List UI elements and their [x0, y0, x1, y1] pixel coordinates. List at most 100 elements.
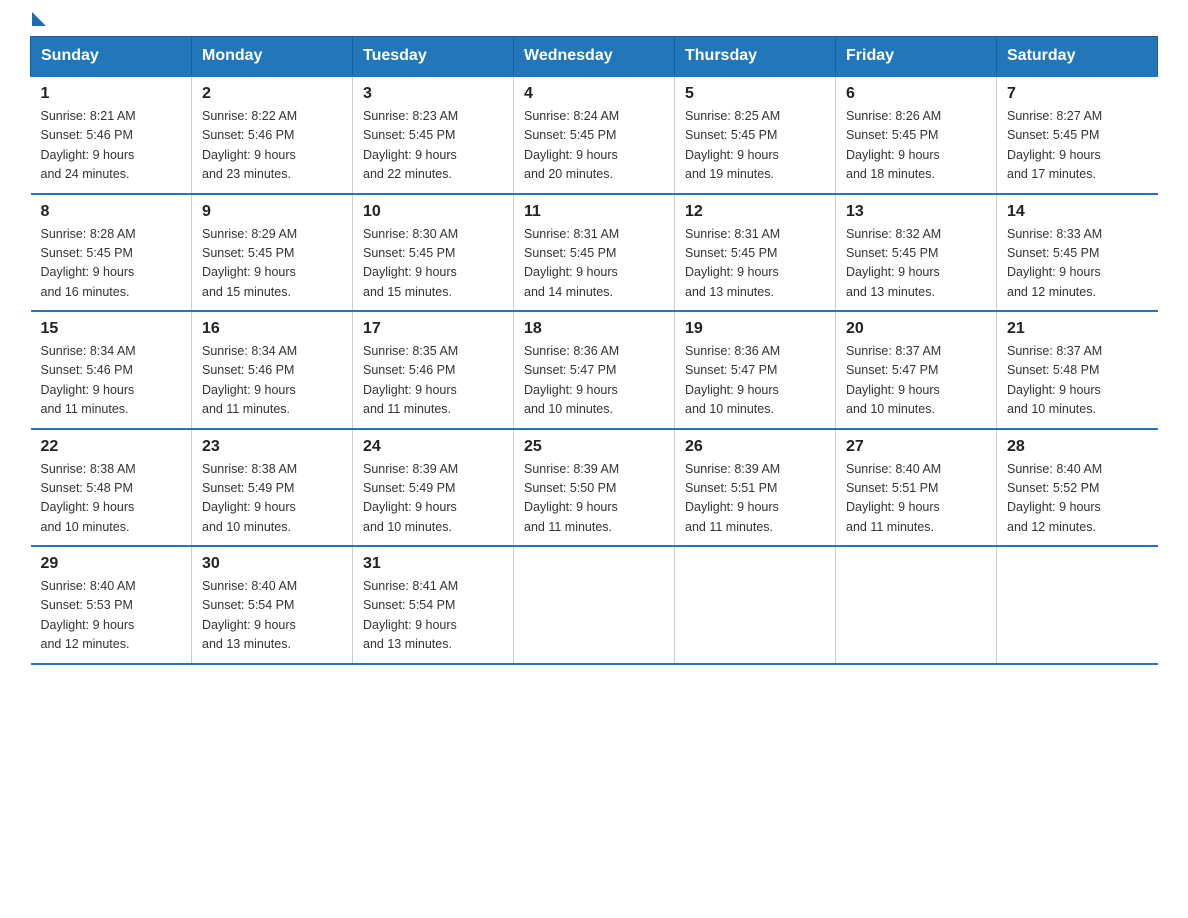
weekday-header-wednesday: Wednesday	[514, 37, 675, 77]
day-info: Sunrise: 8:33 AMSunset: 5:45 PMDaylight:…	[1007, 225, 1148, 303]
calendar-cell: 22 Sunrise: 8:38 AMSunset: 5:48 PMDayligh…	[31, 429, 192, 547]
calendar-cell: 6 Sunrise: 8:26 AMSunset: 5:45 PMDaylight…	[836, 76, 997, 194]
calendar-cell: 15 Sunrise: 8:34 AMSunset: 5:46 PMDayligh…	[31, 311, 192, 429]
day-number: 1	[41, 85, 182, 103]
day-info: Sunrise: 8:37 AMSunset: 5:47 PMDaylight:…	[846, 342, 986, 420]
calendar-header-row: SundayMondayTuesdayWednesdayThursdayFrid…	[31, 37, 1158, 77]
calendar-cell: 9 Sunrise: 8:29 AMSunset: 5:45 PMDaylight…	[192, 194, 353, 312]
calendar-week-row: 15 Sunrise: 8:34 AMSunset: 5:46 PMDayligh…	[31, 311, 1158, 429]
calendar-cell: 2 Sunrise: 8:22 AMSunset: 5:46 PMDaylight…	[192, 76, 353, 194]
day-info: Sunrise: 8:38 AMSunset: 5:48 PMDaylight:…	[41, 460, 182, 538]
day-info: Sunrise: 8:34 AMSunset: 5:46 PMDaylight:…	[41, 342, 182, 420]
day-number: 23	[202, 438, 342, 456]
weekday-header-sunday: Sunday	[31, 37, 192, 77]
day-info: Sunrise: 8:40 AMSunset: 5:51 PMDaylight:…	[846, 460, 986, 538]
calendar-cell: 4Sunrise: 8:24 AMSunset: 5:45 PMDaylight…	[514, 76, 675, 194]
day-info: Sunrise: 8:28 AMSunset: 5:45 PMDaylight:…	[41, 225, 182, 303]
day-number: 28	[1007, 438, 1148, 456]
day-info: Sunrise: 8:22 AMSunset: 5:46 PMDaylight:…	[202, 107, 342, 185]
calendar-cell	[836, 546, 997, 664]
day-info: Sunrise: 8:40 AMSunset: 5:52 PMDaylight:…	[1007, 460, 1148, 538]
day-number: 10	[363, 203, 503, 221]
day-number: 5	[685, 85, 825, 103]
day-number: 15	[41, 320, 182, 338]
calendar-cell: 12 Sunrise: 8:31 AMSunset: 5:45 PMDayligh…	[675, 194, 836, 312]
day-info: Sunrise: 8:23 AMSunset: 5:45 PMDaylight:…	[363, 107, 503, 185]
day-number: 9	[202, 203, 342, 221]
calendar-cell: 3 Sunrise: 8:23 AMSunset: 5:45 PMDaylight…	[353, 76, 514, 194]
day-info: Sunrise: 8:30 AMSunset: 5:45 PMDaylight:…	[363, 225, 503, 303]
calendar-cell: 5 Sunrise: 8:25 AMSunset: 5:45 PMDaylight…	[675, 76, 836, 194]
day-number: 27	[846, 438, 986, 456]
calendar-cell: 23 Sunrise: 8:38 AMSunset: 5:49 PMDayligh…	[192, 429, 353, 547]
day-info: Sunrise: 8:36 AMSunset: 5:47 PMDaylight:…	[685, 342, 825, 420]
day-info: Sunrise: 8:39 AMSunset: 5:49 PMDaylight:…	[363, 460, 503, 538]
day-number: 16	[202, 320, 342, 338]
calendar-cell	[514, 546, 675, 664]
day-info: Sunrise: 8:39 AMSunset: 5:51 PMDaylight:…	[685, 460, 825, 538]
calendar-cell: 17Sunrise: 8:35 AMSunset: 5:46 PMDayligh…	[353, 311, 514, 429]
day-info: Sunrise: 8:25 AMSunset: 5:45 PMDaylight:…	[685, 107, 825, 185]
calendar-cell: 10 Sunrise: 8:30 AMSunset: 5:45 PMDayligh…	[353, 194, 514, 312]
logo-triangle-icon	[32, 12, 46, 26]
day-info: Sunrise: 8:31 AMSunset: 5:45 PMDaylight:…	[685, 225, 825, 303]
day-number: 11	[524, 203, 664, 221]
day-number: 22	[41, 438, 182, 456]
weekday-header-thursday: Thursday	[675, 37, 836, 77]
calendar-cell	[675, 546, 836, 664]
calendar-week-row: 22 Sunrise: 8:38 AMSunset: 5:48 PMDayligh…	[31, 429, 1158, 547]
day-info: Sunrise: 8:32 AMSunset: 5:45 PMDaylight:…	[846, 225, 986, 303]
day-info: Sunrise: 8:31 AMSunset: 5:45 PMDaylight:…	[524, 225, 664, 303]
day-info: Sunrise: 8:29 AMSunset: 5:45 PMDaylight:…	[202, 225, 342, 303]
calendar-cell: 30 Sunrise: 8:40 AMSunset: 5:54 PMDayligh…	[192, 546, 353, 664]
day-number: 25	[524, 438, 664, 456]
calendar-cell: 21Sunrise: 8:37 AMSunset: 5:48 PMDayligh…	[997, 311, 1158, 429]
calendar-cell: 24 Sunrise: 8:39 AMSunset: 5:49 PMDayligh…	[353, 429, 514, 547]
calendar-cell: 28 Sunrise: 8:40 AMSunset: 5:52 PMDayligh…	[997, 429, 1158, 547]
calendar-cell: 27 Sunrise: 8:40 AMSunset: 5:51 PMDayligh…	[836, 429, 997, 547]
day-info: Sunrise: 8:37 AMSunset: 5:48 PMDaylight:…	[1007, 342, 1148, 420]
day-number: 19	[685, 320, 825, 338]
day-info: Sunrise: 8:40 AMSunset: 5:54 PMDaylight:…	[202, 577, 342, 655]
calendar-cell: 25 Sunrise: 8:39 AMSunset: 5:50 PMDayligh…	[514, 429, 675, 547]
day-info: Sunrise: 8:24 AMSunset: 5:45 PMDaylight:…	[524, 107, 664, 185]
day-number: 3	[363, 85, 503, 103]
day-number: 26	[685, 438, 825, 456]
day-info: Sunrise: 8:40 AMSunset: 5:53 PMDaylight:…	[41, 577, 182, 655]
header	[30, 20, 1158, 26]
day-number: 24	[363, 438, 503, 456]
day-number: 12	[685, 203, 825, 221]
day-number: 30	[202, 555, 342, 573]
day-number: 2	[202, 85, 342, 103]
day-number: 14	[1007, 203, 1148, 221]
weekday-header-tuesday: Tuesday	[353, 37, 514, 77]
day-info: Sunrise: 8:35 AMSunset: 5:46 PMDaylight:…	[363, 342, 503, 420]
day-info: Sunrise: 8:38 AMSunset: 5:49 PMDaylight:…	[202, 460, 342, 538]
day-number: 8	[41, 203, 182, 221]
day-number: 7	[1007, 85, 1148, 103]
weekday-header-monday: Monday	[192, 37, 353, 77]
calendar-cell: 1 Sunrise: 8:21 AMSunset: 5:46 PMDaylight…	[31, 76, 192, 194]
day-number: 6	[846, 85, 986, 103]
calendar-cell: 7 Sunrise: 8:27 AMSunset: 5:45 PMDaylight…	[997, 76, 1158, 194]
calendar-cell: 20Sunrise: 8:37 AMSunset: 5:47 PMDayligh…	[836, 311, 997, 429]
calendar-week-row: 1 Sunrise: 8:21 AMSunset: 5:46 PMDaylight…	[31, 76, 1158, 194]
day-info: Sunrise: 8:41 AMSunset: 5:54 PMDaylight:…	[363, 577, 503, 655]
calendar-cell: 26 Sunrise: 8:39 AMSunset: 5:51 PMDayligh…	[675, 429, 836, 547]
day-info: Sunrise: 8:39 AMSunset: 5:50 PMDaylight:…	[524, 460, 664, 538]
calendar-cell: 13 Sunrise: 8:32 AMSunset: 5:45 PMDayligh…	[836, 194, 997, 312]
calendar-cell: 8 Sunrise: 8:28 AMSunset: 5:45 PMDaylight…	[31, 194, 192, 312]
calendar-cell	[997, 546, 1158, 664]
calendar-week-row: 8 Sunrise: 8:28 AMSunset: 5:45 PMDaylight…	[31, 194, 1158, 312]
weekday-header-friday: Friday	[836, 37, 997, 77]
weekday-header-saturday: Saturday	[997, 37, 1158, 77]
day-number: 29	[41, 555, 182, 573]
day-info: Sunrise: 8:34 AMSunset: 5:46 PMDaylight:…	[202, 342, 342, 420]
day-info: Sunrise: 8:26 AMSunset: 5:45 PMDaylight:…	[846, 107, 986, 185]
day-info: Sunrise: 8:21 AMSunset: 5:46 PMDaylight:…	[41, 107, 182, 185]
calendar-cell: 16 Sunrise: 8:34 AMSunset: 5:46 PMDayligh…	[192, 311, 353, 429]
calendar-cell: 11 Sunrise: 8:31 AMSunset: 5:45 PMDayligh…	[514, 194, 675, 312]
calendar-cell: 14 Sunrise: 8:33 AMSunset: 5:45 PMDayligh…	[997, 194, 1158, 312]
day-number: 13	[846, 203, 986, 221]
day-info: Sunrise: 8:27 AMSunset: 5:45 PMDaylight:…	[1007, 107, 1148, 185]
